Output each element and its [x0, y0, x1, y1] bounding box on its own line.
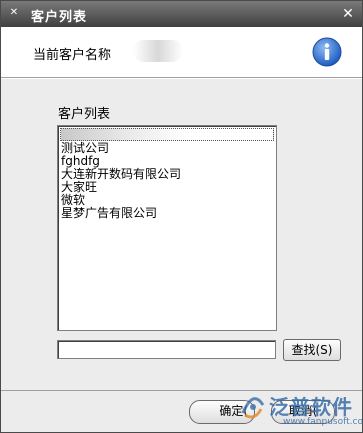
window-menu-icon[interactable]: ✕ — [8, 7, 20, 19]
customer-list-label: 客户列表 — [58, 107, 111, 122]
title-bar[interactable]: ✕ 客户列表 ✕ — [1, 1, 362, 27]
current-customer-label: 当前客户名称 — [33, 48, 112, 63]
list-item[interactable]: 星梦广告有限公司 — [61, 207, 157, 220]
search-input[interactable] — [57, 340, 276, 359]
watermark: 泛普软件 www.fanpusoft.com — [239, 387, 363, 431]
find-button[interactable]: 查找(S) — [283, 339, 341, 361]
close-icon[interactable]: ✕ — [340, 6, 356, 22]
window-title: 客户列表 — [31, 10, 88, 25]
watermark-text: 泛普软件 — [269, 395, 353, 419]
info-icon — [312, 37, 342, 67]
current-customer-value — [133, 40, 183, 62]
watermark-logo-icon — [241, 397, 265, 419]
header-panel: 当前客户名称 — [1, 27, 362, 77]
dialog-window: ✕ 客户列表 ✕ 当前客户名称 客户列表 测试公司 fghdfg 大连新开数码有… — [0, 0, 363, 433]
list-item[interactable] — [60, 128, 274, 141]
customer-listbox[interactable]: 测试公司 fghdfg 大连新开数码有限公司 大家旺 微软 星梦广告有限公司 — [57, 125, 277, 331]
watermark-url: www.fanpusoft.com — [283, 417, 363, 427]
